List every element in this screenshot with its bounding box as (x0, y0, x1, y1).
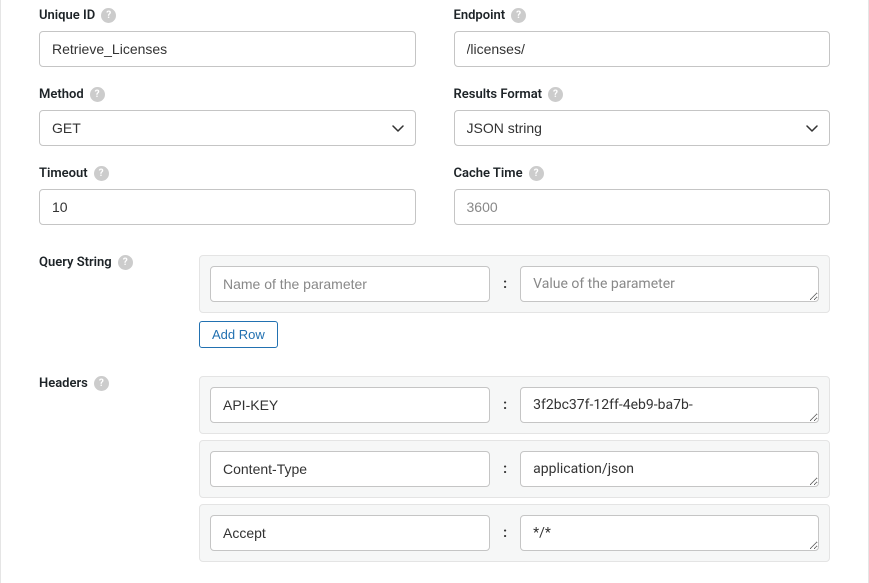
headers-rowset-1: : (199, 440, 830, 498)
headers-label: Headers (39, 376, 88, 391)
table-row: : (210, 266, 819, 302)
help-icon[interactable]: ? (101, 8, 116, 23)
separator: : (500, 525, 510, 541)
query-string-rowset: : (199, 255, 830, 313)
unique-id-group: Unique ID ? (39, 8, 416, 67)
method-group: Method ? (39, 87, 416, 146)
results-format-label: Results Format (454, 87, 543, 102)
param-name-input[interactable] (210, 266, 490, 302)
form-container: Unique ID ? Endpoint ? Method ? (0, 0, 869, 583)
param-value-input[interactable] (520, 266, 819, 302)
help-icon[interactable]: ? (94, 376, 109, 391)
unique-id-label-row: Unique ID ? (39, 8, 416, 23)
header-value-input[interactable] (520, 451, 819, 487)
endpoint-group: Endpoint ? (454, 8, 831, 67)
timeout-label: Timeout (39, 166, 88, 181)
results-format-label-row: Results Format ? (454, 87, 831, 102)
top-fields-grid: Unique ID ? Endpoint ? Method ? (39, 8, 830, 225)
timeout-group: Timeout ? (39, 166, 416, 225)
help-icon[interactable]: ? (529, 166, 544, 181)
table-row: : (210, 515, 819, 551)
help-icon[interactable]: ? (94, 166, 109, 181)
cache-time-label: Cache Time (454, 166, 523, 181)
query-string-label: Query String (39, 255, 112, 270)
header-name-input[interactable] (210, 515, 490, 551)
method-select-wrap (39, 110, 416, 146)
timeout-label-row: Timeout ? (39, 166, 416, 181)
endpoint-label: Endpoint (454, 8, 506, 23)
unique-id-input[interactable] (39, 31, 416, 67)
query-string-section: Query String ? : Add Row (39, 255, 830, 348)
endpoint-label-row: Endpoint ? (454, 8, 831, 23)
method-select[interactable] (39, 110, 416, 146)
separator: : (500, 397, 510, 413)
header-value-input[interactable] (520, 387, 819, 423)
add-row-button[interactable]: Add Row (199, 321, 278, 348)
results-format-select[interactable] (454, 110, 831, 146)
headers-rowset-0: : (199, 376, 830, 434)
help-icon[interactable]: ? (90, 87, 105, 102)
header-name-input[interactable] (210, 387, 490, 423)
query-string-label-col: Query String ? (39, 255, 199, 270)
help-icon[interactable]: ? (548, 87, 563, 102)
unique-id-label: Unique ID (39, 8, 95, 23)
separator: : (500, 461, 510, 477)
results-format-select-wrap (454, 110, 831, 146)
timeout-input[interactable] (39, 189, 416, 225)
help-icon[interactable]: ? (511, 8, 526, 23)
cache-time-group: Cache Time ? (454, 166, 831, 225)
cache-time-label-row: Cache Time ? (454, 166, 831, 181)
query-string-body: : Add Row (199, 255, 830, 348)
table-row: : (210, 387, 819, 423)
cache-time-input[interactable] (454, 189, 831, 225)
headers-section: Headers ? : : (39, 376, 830, 568)
endpoint-input[interactable] (454, 31, 831, 67)
headers-label-row: Headers ? (39, 376, 199, 391)
help-icon[interactable]: ? (118, 255, 133, 270)
headers-rowset-2: : (199, 504, 830, 562)
query-string-label-row: Query String ? (39, 255, 199, 270)
header-value-input[interactable] (520, 515, 819, 551)
header-name-input[interactable] (210, 451, 490, 487)
table-row: : (210, 451, 819, 487)
headers-label-col: Headers ? (39, 376, 199, 391)
separator: : (500, 276, 510, 292)
method-label: Method (39, 87, 84, 102)
results-format-group: Results Format ? (454, 87, 831, 146)
method-label-row: Method ? (39, 87, 416, 102)
headers-body: : : : (199, 376, 830, 568)
